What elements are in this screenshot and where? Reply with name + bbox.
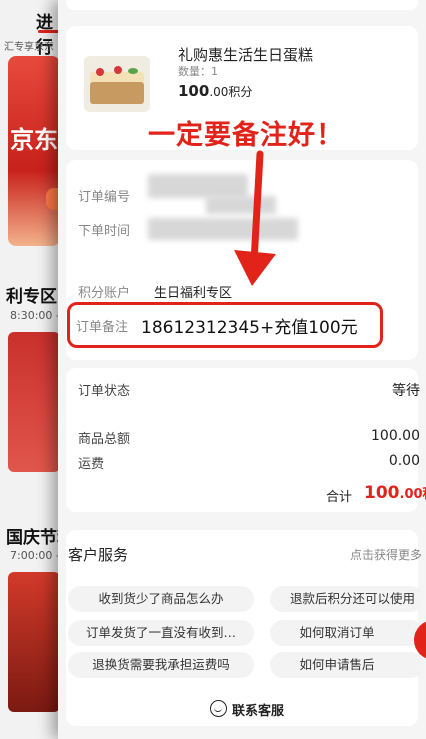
product-name: 礼购惠生活生日蛋糕 [178,46,314,64]
order-remark-label: 订单备注 [76,320,129,335]
cake-base [90,82,144,104]
top-card-edge [66,0,418,10]
background-product-card [8,332,60,472]
product-image [84,56,150,112]
product-price-unit: 积分 [228,85,253,99]
background-tab-underline [38,30,60,33]
background-sub-label: 汇专享京东 [4,42,54,53]
background-product-card [8,572,60,712]
background-section-time: 7:00:00 - [10,549,60,562]
sum-int: 100 [364,483,400,503]
order-status-value: 等待 [392,383,420,399]
order-remark-value: 18612312345+充值100元 [141,318,358,338]
cake-berry [114,66,122,74]
service-more-link[interactable]: 点击获得更多 [350,546,422,563]
background-app: 进行 汇专享京东 京东 利专区 8:30:00 - 国庆节利 7:00:00 - [0,0,60,739]
customer-service-icon[interactable] [210,700,227,717]
customer-service-card: 客户服务 点击获得更多 收到货少了商品怎么办 退款后积分还可以使用 订单发货了一… [66,530,424,726]
order-time-label: 下单时间 [78,224,131,239]
product-quantity: 数量：1 [178,65,218,78]
faq-chip[interactable]: 收到货少了商品怎么办 [68,586,254,612]
product-price-dec: .00 [209,85,229,99]
order-status-card: 订单状态 等待 商品总额 100.00 运费 0.00 合计 100.00积 [66,368,426,512]
background-section-title: 利专区 [6,287,57,307]
background-section-title: 国庆节利 [6,528,60,548]
goods-total-value: 100.00 [371,428,420,444]
contact-service-button[interactable]: 联系客服 [232,700,284,719]
cake-leaf [128,68,138,74]
shipping-label: 运费 [78,457,105,472]
faq-chip[interactable]: 如何取消订单 [270,620,424,646]
faq-chip[interactable]: 退款后积分还可以使用 [270,586,424,612]
order-number-label: 订单编号 [78,190,131,205]
annotation-arrow-icon [234,150,276,286]
sum-label: 合计 [326,490,353,505]
cake-berry [96,68,104,76]
product-price-int: 100 [178,82,210,100]
sum-dec: .00积 [399,487,426,502]
shipping-value: 0.00 [388,453,420,469]
faq-chip[interactable]: 如何申请售后 [270,652,424,678]
sum-value: 100.00积 [364,483,426,503]
product-price: 100.00积分 [178,82,252,100]
service-title: 客户服务 [68,546,129,564]
annotation-callout: 一定要备注好！ [148,120,344,151]
points-account-label: 积分账户 [78,286,131,301]
background-banner-text: 京东 [10,126,58,154]
order-detail-sheet: 礼购惠生活生日蛋糕 数量：1 100.00积分 订单编号 下单时间 积分账户 生… [58,0,426,739]
order-status-label: 订单状态 [78,384,131,399]
faq-chip[interactable]: 退换货需要我承担运费吗 [68,652,254,678]
background-section-time: 8:30:00 - [10,309,60,322]
faq-chip[interactable]: 订单发货了一直没有收到… [68,620,254,646]
goods-total-label: 商品总额 [78,432,131,447]
